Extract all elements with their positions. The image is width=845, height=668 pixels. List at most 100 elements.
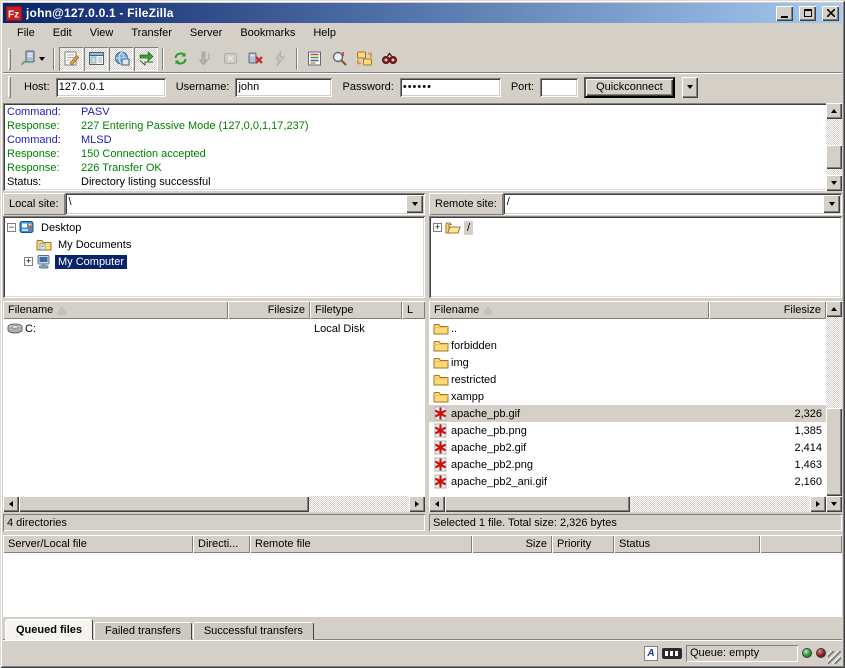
toolbar-gripper[interactable] xyxy=(8,48,11,70)
filezilla-app-icon: Fz xyxy=(6,6,22,21)
toolbar xyxy=(3,44,842,74)
remote-file-row-restricted[interactable]: restricted xyxy=(429,371,826,388)
expand-icon[interactable]: + xyxy=(24,257,33,266)
tab-queued-files[interactable]: Queued files xyxy=(5,619,93,640)
scroll-left-button[interactable] xyxy=(3,496,19,512)
minimize-button[interactable] xyxy=(776,6,793,21)
local-file-list: FilenameFilesizeFiletypeL C:Local Disk xyxy=(3,301,425,512)
menu-server[interactable]: Server xyxy=(181,25,231,42)
find-files-button[interactable] xyxy=(377,47,401,71)
local-horizontal-scrollbar[interactable] xyxy=(3,496,425,512)
remote-file-row-img[interactable]: img xyxy=(429,354,826,371)
scroll-right-button[interactable] xyxy=(810,496,826,512)
column-header-directi[interactable]: Directi... xyxy=(193,535,250,553)
scroll-left-button[interactable] xyxy=(429,496,445,512)
column-header-server-local-file[interactable]: Server/Local file xyxy=(3,535,193,553)
scroll-up-button[interactable] xyxy=(826,301,842,317)
close-button[interactable] xyxy=(822,6,839,21)
remote-file-row-apache-pb2-ani-gif[interactable]: apache_pb2_ani.gif2,160 xyxy=(429,473,826,490)
reconnect-button[interactable] xyxy=(268,47,292,71)
remote-file-row-forbidden[interactable]: forbidden xyxy=(429,337,826,354)
host-input[interactable] xyxy=(56,78,166,97)
local-file-row-c[interactable]: C:Local Disk xyxy=(3,320,425,337)
remote-file-row-item[interactable]: .. xyxy=(429,320,826,337)
toggle-message-log-button[interactable] xyxy=(59,47,83,71)
local-site-dropdown-button[interactable] xyxy=(406,195,423,213)
column-header-filename[interactable]: Filename xyxy=(3,301,228,319)
remote-vertical-scrollbar[interactable] xyxy=(826,301,842,512)
quickconnect-button[interactable]: Quickconnect xyxy=(584,77,675,98)
scroll-down-button[interactable] xyxy=(826,175,842,191)
log-line-text: MLSD xyxy=(81,133,112,147)
log-vertical-scrollbar[interactable] xyxy=(826,103,842,191)
column-header-l[interactable]: L xyxy=(402,301,425,319)
remote-file-row-apache-pb-gif[interactable]: apache_pb.gif2,326 xyxy=(429,405,826,422)
maximize-button[interactable] xyxy=(799,6,816,21)
column-header-filesize[interactable]: Filesize xyxy=(709,301,826,319)
menu-file[interactable]: File xyxy=(8,25,44,42)
scroll-down-button[interactable] xyxy=(826,496,842,512)
port-input[interactable] xyxy=(540,78,578,97)
scroll-right-button[interactable] xyxy=(409,496,425,512)
remote-site-combobox[interactable]: / xyxy=(503,193,842,215)
synchronized-browsing-button[interactable] xyxy=(352,47,376,71)
column-header-size[interactable]: Size xyxy=(472,535,552,553)
toggle-transfer-queue-button[interactable] xyxy=(134,47,158,71)
column-header-remote-file[interactable]: Remote file xyxy=(250,535,472,553)
scrollbar-thumb[interactable] xyxy=(826,408,842,496)
log-line-label: Response: xyxy=(7,147,81,161)
scroll-up-button[interactable] xyxy=(826,103,842,119)
arrow-right-icon xyxy=(816,501,820,507)
folder-icon xyxy=(433,321,449,336)
scrollbar-thumb[interactable] xyxy=(826,145,842,169)
remote-file-row-apache-pb2-gif[interactable]: apache_pb2.gif2,414 xyxy=(429,439,826,456)
column-header-filetype[interactable]: Filetype xyxy=(310,301,402,319)
toggle-local-tree-button[interactable] xyxy=(84,47,108,71)
disconnect-button[interactable] xyxy=(243,47,267,71)
column-header-priority[interactable]: Priority xyxy=(552,535,614,553)
local-site-combobox[interactable]: \ xyxy=(65,193,425,215)
menu-edit[interactable]: Edit xyxy=(44,25,81,42)
resize-grip[interactable] xyxy=(828,651,841,664)
tab-successful-transfers[interactable]: Successful transfers xyxy=(193,622,314,640)
password-input[interactable] xyxy=(400,78,501,97)
tree-item-item[interactable]: +/ xyxy=(431,219,840,236)
menu-bookmarks[interactable]: Bookmarks xyxy=(231,25,304,42)
scrollbar-thumb[interactable] xyxy=(19,496,309,512)
username-input[interactable] xyxy=(235,78,332,97)
quickconnect-dropdown-button[interactable] xyxy=(682,77,698,98)
filesize-cell: 2,326 xyxy=(709,408,826,420)
site-manager-dropdown-icon[interactable] xyxy=(39,57,45,61)
remote-file-row-apache-pb2-png[interactable]: apache_pb2.png1,463 xyxy=(429,456,826,473)
remote-file-row-xampp[interactable]: xampp xyxy=(429,388,826,405)
column-header-item[interactable] xyxy=(760,535,842,553)
column-header-filesize[interactable]: Filesize xyxy=(228,301,310,319)
quickconnect-gripper[interactable] xyxy=(8,76,11,98)
remote-site-dropdown-button[interactable] xyxy=(823,195,840,213)
expand-icon[interactable]: + xyxy=(433,223,442,232)
cancel-button[interactable] xyxy=(218,47,242,71)
tab-failed-transfers[interactable]: Failed transfers xyxy=(94,622,192,640)
menu-help[interactable]: Help xyxy=(304,25,345,42)
menu-transfer[interactable]: Transfer xyxy=(122,25,181,42)
scrollbar-thumb[interactable] xyxy=(445,496,630,512)
filter-button[interactable] xyxy=(302,47,326,71)
refresh-button[interactable] xyxy=(168,47,192,71)
toggle-remote-tree-button[interactable] xyxy=(109,47,133,71)
tree-item-my-computer[interactable]: +My Computer xyxy=(5,253,423,270)
chevron-down-icon xyxy=(829,202,835,206)
column-header-status[interactable]: Status xyxy=(614,535,760,553)
site-manager-button[interactable] xyxy=(15,47,49,71)
process-queue-button[interactable] xyxy=(193,47,217,71)
remote-file-row-apache-pb-png[interactable]: apache_pb.png1,385 xyxy=(429,422,826,439)
tree-item-desktop[interactable]: −Desktop xyxy=(5,219,423,236)
message-log-icon xyxy=(63,50,80,67)
collapse-icon[interactable]: − xyxy=(7,223,16,232)
column-header-filename[interactable]: Filename xyxy=(429,301,709,319)
tree-item-my-documents[interactable]: My Documents xyxy=(5,236,423,253)
filename-text: .. xyxy=(451,323,457,335)
directory-comparison-button[interactable] xyxy=(327,47,351,71)
drive-icon xyxy=(7,321,23,336)
menu-view[interactable]: View xyxy=(81,25,123,42)
remote-horizontal-scrollbar[interactable] xyxy=(429,496,826,512)
